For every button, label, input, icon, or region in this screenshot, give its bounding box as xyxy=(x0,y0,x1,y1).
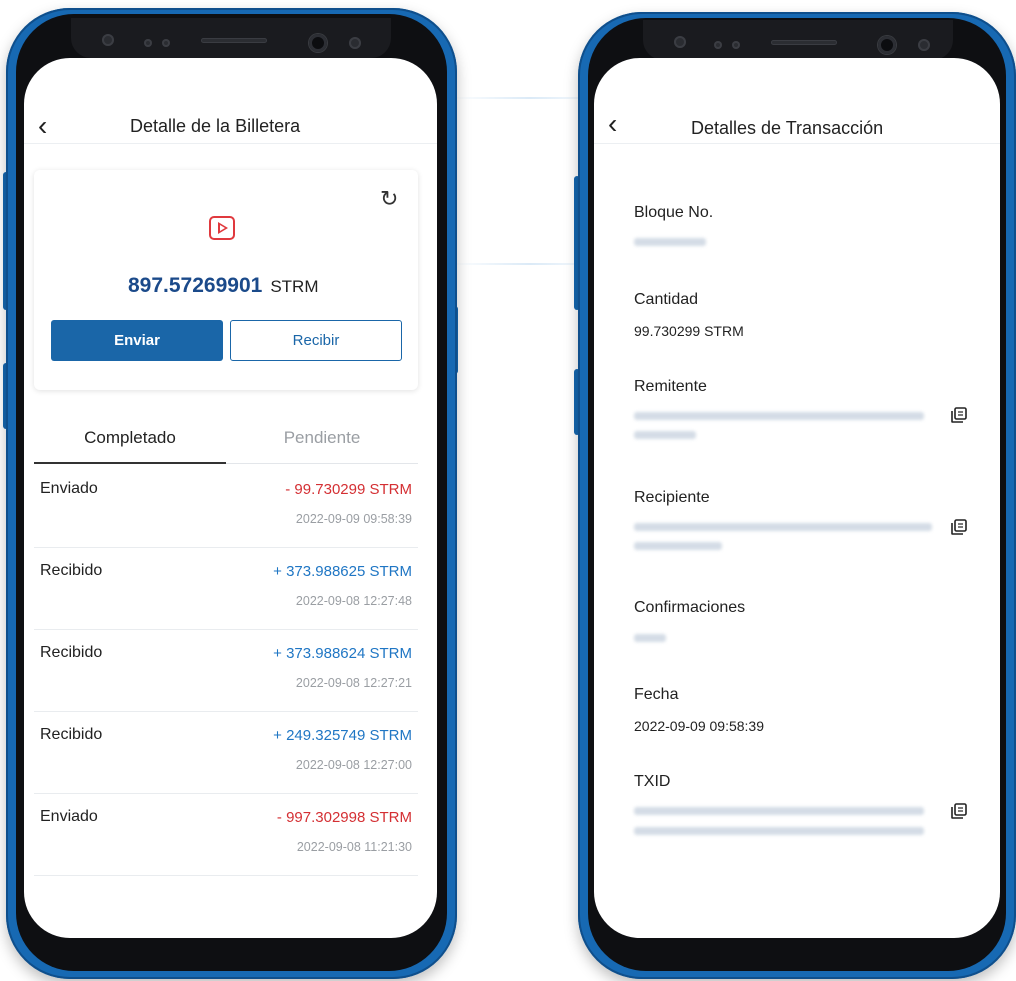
transaction-type: Recibido xyxy=(40,644,103,661)
sensor-icon xyxy=(162,39,170,47)
copy-icon[interactable] xyxy=(950,802,968,820)
sensor-icon xyxy=(714,41,722,49)
send-button[interactable]: Enviar xyxy=(51,320,223,361)
transaction-amount: - 99.730299 STRM xyxy=(285,481,412,498)
sensor-icon xyxy=(918,39,930,51)
transaction-date: 2022-09-08 12:27:48 xyxy=(295,594,412,608)
balance-card: ↻ 897.57269901 STRM Enviar Recibir xyxy=(34,170,418,390)
sender-address-redacted xyxy=(634,431,696,439)
speaker-grille xyxy=(771,40,837,45)
copy-icon[interactable] xyxy=(950,518,968,536)
sender-label: Remitente xyxy=(634,378,707,395)
transaction-amount: + 373.988624 STRM xyxy=(273,645,412,662)
txid-label: TXID xyxy=(634,773,671,790)
sensor-icon xyxy=(102,34,114,46)
phone-bezel: ‹ Detalle de la Billetera ↻ 897.57269901… xyxy=(16,14,447,971)
txid-value-redacted xyxy=(634,827,924,835)
transaction-type: Enviado xyxy=(40,480,98,497)
balance-unit: STRM xyxy=(270,277,319,296)
active-tab-indicator xyxy=(34,462,226,464)
left-phone: ‹ Detalle de la Billetera ↻ 897.57269901… xyxy=(6,8,457,979)
recipient-address-redacted xyxy=(634,523,932,531)
back-arrow-icon[interactable]: ‹ xyxy=(38,112,47,140)
sender-address-redacted xyxy=(634,412,924,420)
speaker-grille xyxy=(201,38,267,43)
transaction-date: 2022-09-08 12:27:00 xyxy=(295,758,412,772)
recipient-label: Recipiente xyxy=(634,489,710,506)
transaction-amount: + 373.988625 STRM xyxy=(273,563,412,580)
wallet-screen: ‹ Detalle de la Billetera ↻ 897.57269901… xyxy=(24,58,437,938)
page-title: Detalles de Transacción xyxy=(691,118,884,138)
sensor-icon xyxy=(732,41,740,49)
transaction-date: 2022-09-08 12:27:21 xyxy=(295,676,412,690)
transaction-amount: - 997.302998 STRM xyxy=(276,809,412,826)
date-value: 2022-09-09 09:58:39 xyxy=(634,718,764,734)
refresh-icon[interactable]: ↻ xyxy=(380,186,398,212)
confirmations-value-redacted xyxy=(634,634,666,642)
page-title: Detalle de la Billetera xyxy=(130,116,301,136)
transaction-row[interactable]: Recibido + 373.988625 STRM 2022-09-08 12:2… xyxy=(34,548,418,630)
transaction-type: Recibido xyxy=(40,726,103,743)
confirmations-label: Confirmaciones xyxy=(634,599,746,616)
transaction-date: 2022-09-08 11:21:30 xyxy=(296,840,412,854)
sensor-icon xyxy=(349,37,361,49)
wallet-balance: 897.57269901 STRM xyxy=(128,274,318,298)
detail-header: ‹ Detalles de Transacción xyxy=(594,58,1000,144)
transaction-type: Recibido xyxy=(40,562,103,579)
date-label: Fecha xyxy=(634,686,679,703)
copy-icon[interactable] xyxy=(950,406,968,424)
transaction-row[interactable]: Recibido + 249.325749 STRM 2022-09-08 12:2… xyxy=(34,712,418,794)
strm-token-icon xyxy=(209,216,235,240)
transaction-detail-screen: ‹ Detalles de Transacción Bloque No. Can… xyxy=(594,58,1000,938)
block-number-label: Bloque No. xyxy=(634,204,714,221)
front-camera-icon xyxy=(878,36,896,54)
recipient-address-redacted xyxy=(634,542,722,550)
transaction-row[interactable]: Enviado - 99.730299 STRM 2022-09-09 09:58:… xyxy=(34,466,418,548)
transaction-date: 2022-09-09 09:58:39 xyxy=(295,512,412,526)
tab-completed[interactable]: Completado xyxy=(34,428,226,448)
back-arrow-icon[interactable]: ‹ xyxy=(608,110,617,138)
block-number-value-redacted xyxy=(634,238,706,246)
txid-value-redacted xyxy=(634,807,924,815)
transaction-type: Enviado xyxy=(40,808,98,825)
front-camera-icon xyxy=(309,34,327,52)
transaction-row[interactable]: Enviado - 997.302998 STRM 2022-09-08 11:21… xyxy=(34,794,418,876)
sensor-icon xyxy=(674,36,686,48)
sensor-icon xyxy=(144,39,152,47)
receive-button[interactable]: Recibir xyxy=(230,320,402,361)
wallet-header: ‹ Detalle de la Billetera xyxy=(24,58,437,144)
tab-pending[interactable]: Pendiente xyxy=(226,428,418,448)
amount-value: 99.730299 STRM xyxy=(634,323,744,339)
phone-bezel: ‹ Detalles de Transacción Bloque No. Can… xyxy=(588,18,1006,971)
balance-amount: 897.57269901 xyxy=(128,274,263,297)
transaction-row[interactable]: Recibido + 373.988624 STRM 2022-09-08 12:2… xyxy=(34,630,418,712)
amount-label: Cantidad xyxy=(634,291,699,308)
transaction-amount: + 249.325749 STRM xyxy=(273,727,412,744)
right-phone: ‹ Detalles de Transacción Bloque No. Can… xyxy=(578,12,1016,979)
